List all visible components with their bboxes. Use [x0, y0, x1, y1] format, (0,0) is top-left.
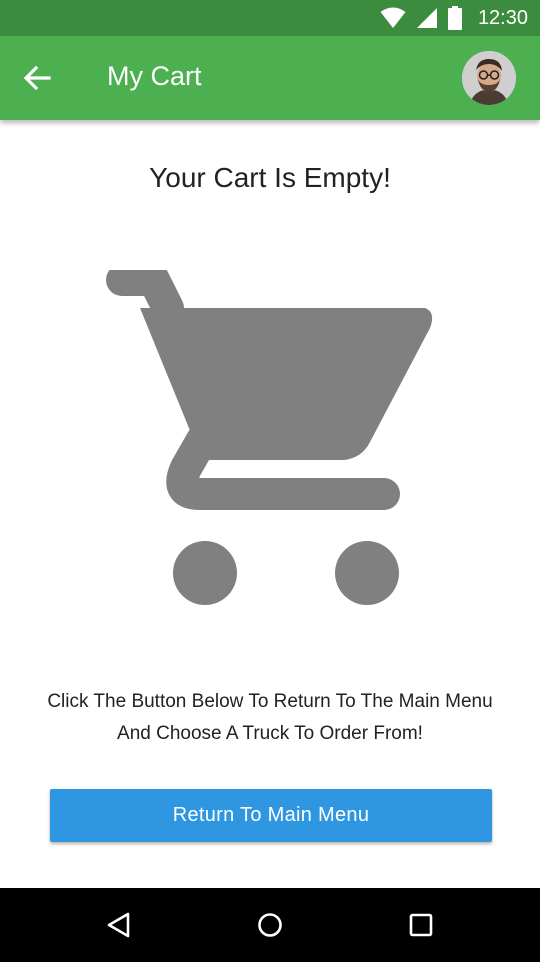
user-avatar[interactable]: [462, 51, 516, 105]
return-to-main-menu-button[interactable]: Return To Main Menu: [50, 789, 492, 842]
instructions-line: Click The Button Below To Return To The …: [47, 691, 493, 712]
nav-recents-button[interactable]: [398, 902, 444, 948]
nav-back-button[interactable]: [96, 902, 142, 948]
back-triangle-icon: [107, 912, 130, 938]
navigation-bar: [0, 888, 540, 962]
status-icons: 12:30: [380, 0, 528, 36]
cart-handle: [106, 270, 184, 324]
app-bar: My Cart: [0, 36, 540, 120]
status-bar: 12:30: [0, 0, 540, 36]
cart-basket: [140, 308, 433, 460]
main-content: Your Cart Is Empty! Click The Button Bel…: [0, 120, 540, 888]
shopping-cart-icon: [106, 270, 433, 605]
battery-icon: [447, 6, 462, 30]
home-circle-icon: [258, 913, 282, 937]
empty-cart-title: Your Cart Is Empty!: [149, 162, 391, 193]
recents-square-icon: [409, 913, 433, 937]
avatar-image: [462, 51, 516, 105]
back-button[interactable]: [14, 55, 60, 101]
cart-wheel-right: [335, 541, 399, 605]
nav-home-button[interactable]: [247, 902, 293, 948]
arrow-back-icon: [23, 65, 51, 91]
instructions-text: Click The Button Below To Return To The …: [20, 686, 520, 750]
cart-screen: 12:30 My Cart Your Cart Is Empty! Click …: [0, 0, 540, 962]
page-title: My Cart: [107, 61, 202, 91]
cellular-signal-icon: [416, 8, 437, 28]
cart-wheel-left: [173, 541, 237, 605]
status-time: 12:30: [477, 6, 528, 29]
instructions-line: And Choose A Truck To Order From!: [117, 723, 423, 744]
wifi-icon: [380, 7, 406, 28]
